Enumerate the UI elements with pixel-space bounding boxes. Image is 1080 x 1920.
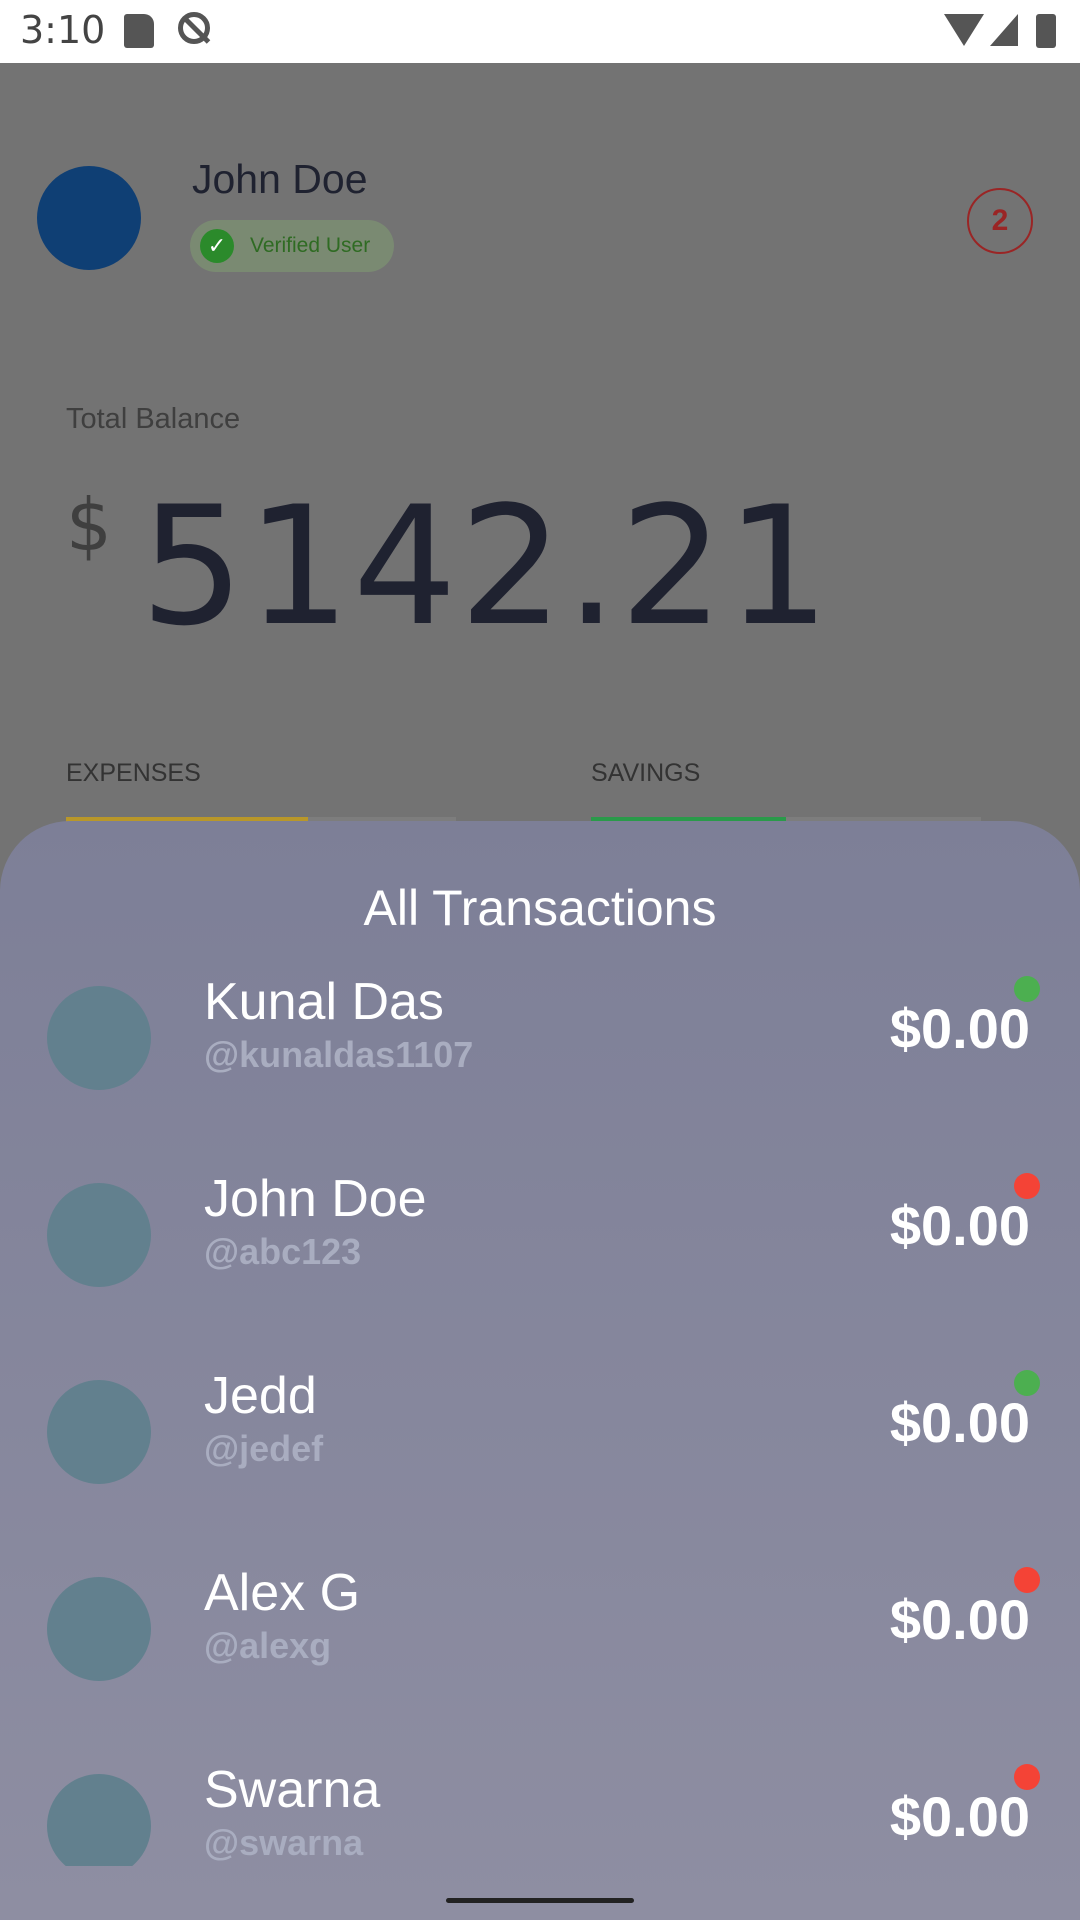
transaction-name: Jedd xyxy=(204,1367,317,1425)
transaction-amount: $0.00 xyxy=(889,1391,1030,1454)
status-dot xyxy=(1014,1173,1040,1199)
transaction-name: John Doe xyxy=(204,1170,427,1228)
sync-off-icon xyxy=(178,12,210,44)
list-item[interactable]: John Doe @abc123 $0.00 xyxy=(0,1170,1080,1370)
list-item[interactable]: Kunal Das @kunaldas1107 $0.00 xyxy=(0,976,1080,1173)
transaction-handle: @kunaldas1107 xyxy=(204,1034,474,1075)
transactions-sheet[interactable]: All Transactions Kunal Das @kunaldas1107… xyxy=(0,821,1080,1920)
list-item[interactable]: Swarna @swarna $0.00 xyxy=(0,1761,1080,1866)
signal-icon xyxy=(990,14,1018,46)
list-item[interactable]: Jedd @jedef $0.00 xyxy=(0,1367,1080,1567)
savings-label: SAVINGS xyxy=(591,759,701,787)
transaction-handle: @swarna xyxy=(204,1822,364,1863)
transaction-amount: $0.00 xyxy=(889,1588,1030,1651)
list-item[interactable]: Alex G @alexg $0.00 xyxy=(0,1564,1080,1764)
avatar xyxy=(47,986,151,1090)
transactions-list[interactable]: Kunal Das @kunaldas1107 $0.00 John Doe @… xyxy=(0,976,1080,1866)
transaction-name: Swarna xyxy=(204,1761,381,1819)
transaction-amount: $0.00 xyxy=(889,997,1030,1060)
battery-icon xyxy=(1036,14,1056,48)
status-dot xyxy=(1014,976,1040,1002)
notification-badge[interactable]: 2 xyxy=(967,188,1033,254)
sheet-title: All Transactions xyxy=(363,880,717,936)
status-dot xyxy=(1014,1370,1040,1396)
verified-label: Verified User xyxy=(250,234,371,257)
currency-sign: $ xyxy=(66,483,112,567)
avatar xyxy=(47,1380,151,1484)
sd-card-icon xyxy=(124,14,154,48)
status-bar: 3:10 xyxy=(0,0,1080,63)
transaction-name: Kunal Das xyxy=(204,976,444,1031)
avatar[interactable] xyxy=(37,166,141,270)
status-dot xyxy=(1014,1567,1040,1593)
transaction-handle: @jedef xyxy=(204,1428,324,1469)
wifi-icon xyxy=(944,14,984,46)
transaction-amount: $0.00 xyxy=(889,1785,1030,1848)
transaction-name: Alex G xyxy=(204,1564,361,1622)
transaction-amount: $0.00 xyxy=(889,1194,1030,1257)
avatar xyxy=(47,1577,151,1681)
check-icon: ✓ xyxy=(200,229,234,263)
avatar xyxy=(47,1183,151,1287)
balance-label: Total Balance xyxy=(66,403,241,435)
balance-value: 5142.21 xyxy=(140,471,833,662)
transaction-handle: @alexg xyxy=(204,1625,332,1666)
status-dot xyxy=(1014,1764,1040,1790)
profile-name: John Doe xyxy=(192,156,368,202)
home-indicator[interactable] xyxy=(446,1898,634,1903)
avatar xyxy=(47,1774,151,1866)
expenses-label: EXPENSES xyxy=(66,759,201,787)
status-time: 3:10 xyxy=(20,8,106,52)
transaction-handle: @abc123 xyxy=(204,1231,362,1272)
verified-badge: ✓ Verified User xyxy=(190,220,394,272)
